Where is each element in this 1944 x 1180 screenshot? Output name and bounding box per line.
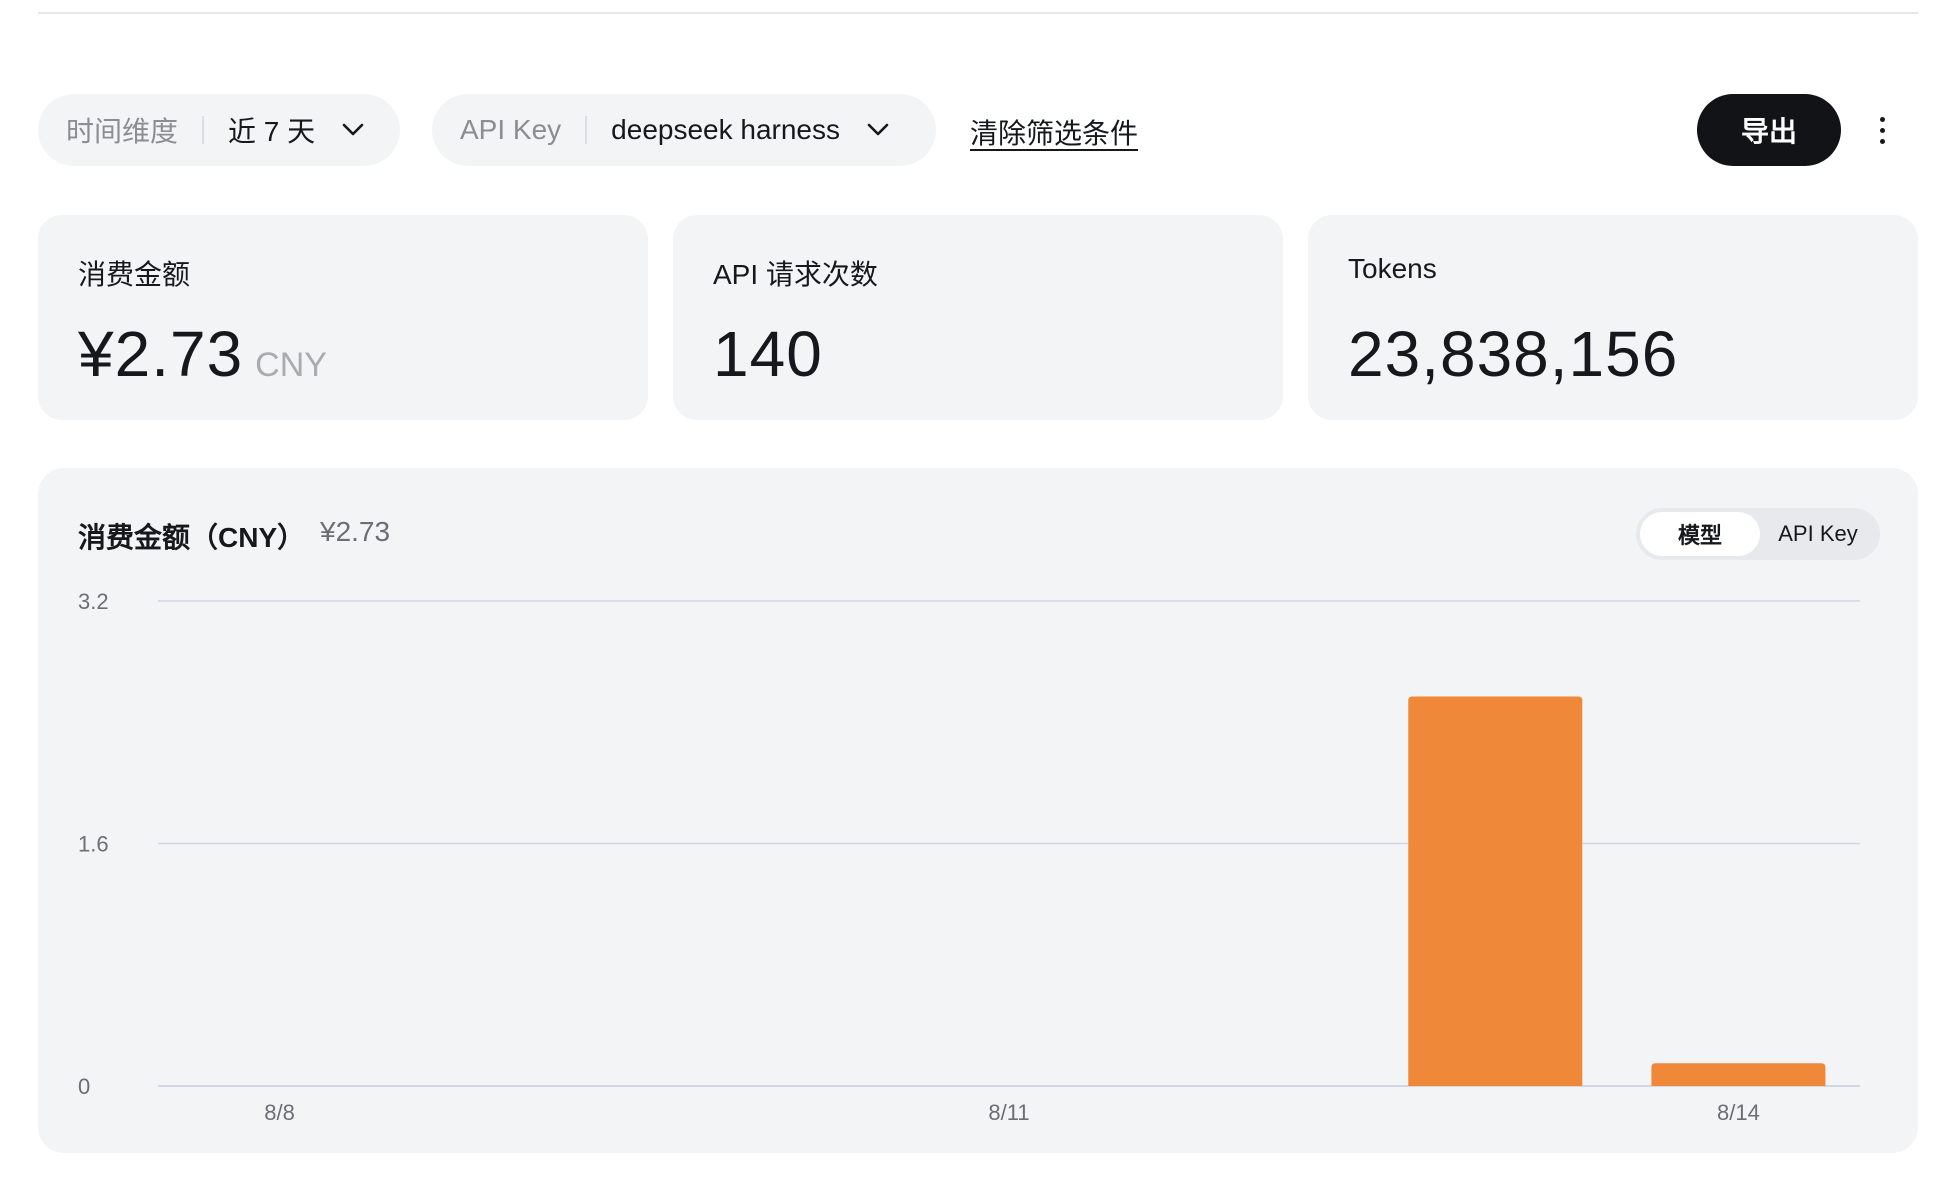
- stat-label: API 请求次数: [713, 259, 878, 290]
- more-options-icon[interactable]: [1868, 110, 1896, 150]
- stat-value: 140: [713, 318, 823, 390]
- currency-unit: CNY: [255, 346, 327, 384]
- stat-value: ¥2.73 CNY: [78, 317, 327, 391]
- chevron-down-icon: [341, 118, 365, 142]
- time-range-select[interactable]: 时间维度 近 7 天: [38, 94, 400, 166]
- x-tick-label: 8/14: [1717, 1100, 1760, 1125]
- requests-stat-card: API 请求次数 140: [673, 215, 1283, 420]
- clear-filters-link[interactable]: 清除筛选条件: [970, 112, 1138, 152]
- bar-8-13[interactable]: [1408, 696, 1583, 1086]
- stat-label: Tokens: [1348, 253, 1437, 284]
- spend-stat-card: 消费金额 ¥2.73 CNY: [38, 215, 648, 420]
- y-tick-label: 0: [78, 1074, 90, 1099]
- bar-chart: 3.2 1.6 0 8/8 8/11 8/14: [78, 589, 1860, 1125]
- time-range-value: 近 7 天: [228, 116, 316, 147]
- chevron-down-icon: [866, 118, 890, 142]
- spend-amount: ¥2.73: [78, 318, 244, 390]
- tokens-stat-card: Tokens 23,838,156: [1308, 215, 1918, 420]
- bar-8-14[interactable]: [1651, 1063, 1826, 1086]
- api-key-value: deepseek harness: [611, 114, 840, 145]
- x-tick-label: 8/11: [988, 1100, 1029, 1125]
- pill-divider: [202, 116, 205, 144]
- stat-value: 23,838,156: [1348, 318, 1679, 390]
- stat-label: 消费金额: [78, 259, 191, 290]
- time-range-label: 时间维度: [66, 116, 179, 147]
- y-tick-label: 3.2: [78, 589, 109, 614]
- export-button[interactable]: 导出: [1697, 94, 1841, 166]
- api-key-select[interactable]: API Key deepseek harness: [432, 94, 936, 166]
- pill-divider: [585, 116, 588, 144]
- api-key-label: API Key: [460, 114, 562, 145]
- spend-chart-panel: 消费金额（CNY） ¥2.73 模型 API Key 3.2 1.6 0 8/8 8/1…: [38, 468, 1918, 1153]
- x-tick-label: 8/8: [264, 1100, 295, 1125]
- top-divider: [38, 12, 1918, 14]
- y-tick-label: 1.6: [78, 832, 109, 857]
